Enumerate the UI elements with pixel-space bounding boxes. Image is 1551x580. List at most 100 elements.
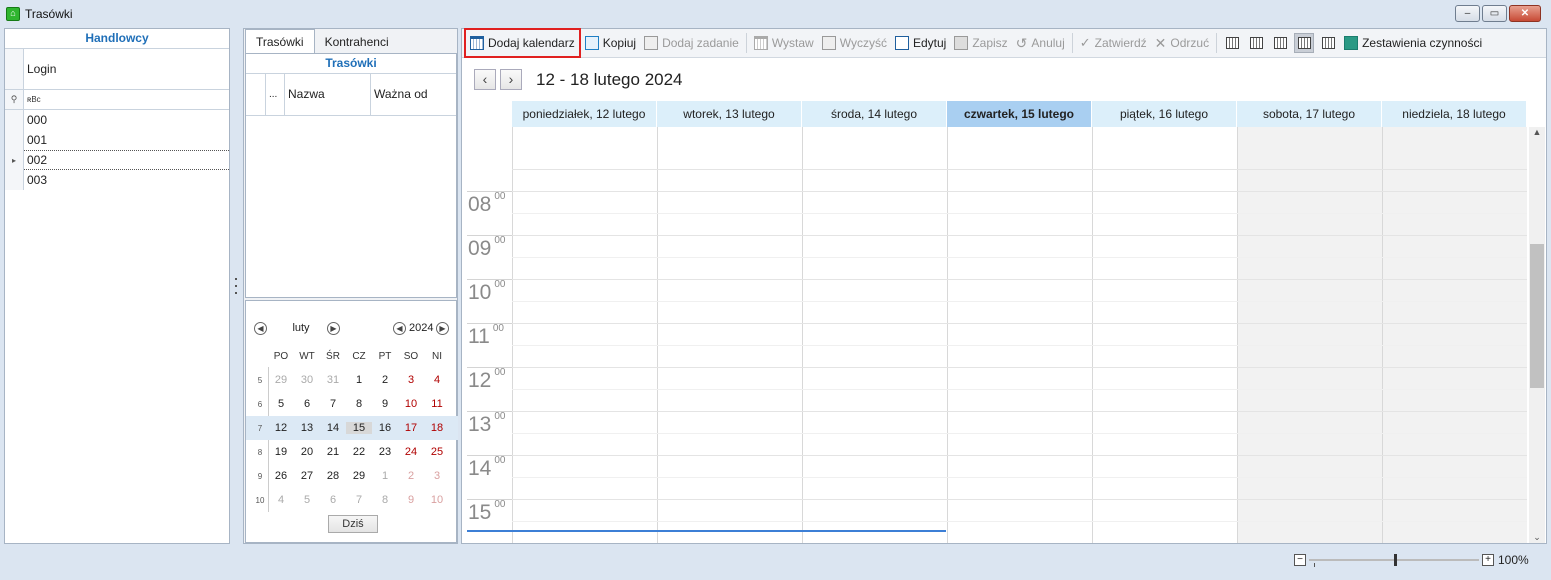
calendar-day[interactable]: 20 <box>294 446 320 458</box>
zoom-out-button[interactable]: − <box>1294 554 1306 566</box>
zoom-in-button[interactable]: + <box>1482 554 1494 566</box>
prev-week-button[interactable]: ‹ <box>474 69 496 90</box>
calendar-day[interactable]: 9 <box>398 494 424 506</box>
next-year-button[interactable]: ▶ <box>436 322 449 335</box>
column-wazna-od[interactable]: Ważna od <box>371 74 456 115</box>
calendar-day[interactable]: 13 <box>294 422 320 434</box>
add-calendar-button[interactable]: Dodaj kalendarz <box>464 28 581 58</box>
save-button[interactable]: Zapisz <box>950 31 1011 56</box>
day-header[interactable]: wtorek, 13 lutego <box>657 101 802 127</box>
day-column[interactable] <box>512 127 657 543</box>
calendar-day[interactable]: 7 <box>346 494 372 506</box>
calendar-day[interactable]: 15 <box>346 422 372 434</box>
day-column[interactable] <box>802 127 947 543</box>
calendar-day[interactable]: 1 <box>372 470 398 482</box>
calendar-day[interactable]: 2 <box>372 374 398 386</box>
calendar-day[interactable]: 23 <box>372 446 398 458</box>
zoom-slider[interactable] <box>1309 553 1479 567</box>
maximize-button[interactable]: ▭ <box>1482 5 1507 22</box>
table-row[interactable]: 001 <box>5 130 229 150</box>
view-month-button[interactable] <box>1318 33 1338 53</box>
calendar-day[interactable]: 10 <box>424 494 450 506</box>
calendar-day[interactable]: 26 <box>268 470 294 482</box>
calendar-day[interactable]: 4 <box>424 374 450 386</box>
scroll-thumb[interactable] <box>1530 244 1544 388</box>
calendar-day[interactable]: 16 <box>372 422 398 434</box>
calendar-day[interactable]: 5 <box>268 398 294 410</box>
add-task-button[interactable]: Dodaj zadanie <box>640 31 743 56</box>
vertical-scrollbar[interactable]: ▲ ⌄ <box>1529 127 1545 543</box>
view-week-button[interactable] <box>1270 33 1290 53</box>
column-menu[interactable]: ... <box>266 74 285 115</box>
day-header[interactable]: poniedziałek, 12 lutego <box>512 101 657 127</box>
week-grid[interactable]: poniedziałek, 12 lutego wtorek, 13 lutego… <box>462 101 1546 543</box>
table-row[interactable]: 003 <box>5 170 229 190</box>
approve-button[interactable]: ✓ Zatwierdź <box>1076 31 1151 56</box>
login-column-header[interactable]: Login <box>5 49 229 90</box>
calendar-day[interactable]: 3 <box>398 374 424 386</box>
zoom-slider-thumb[interactable] <box>1394 554 1397 566</box>
prev-year-button[interactable]: ◀ <box>393 322 406 335</box>
calendar-day[interactable]: 24 <box>398 446 424 458</box>
view-fullweek-button[interactable] <box>1294 33 1315 53</box>
table-row[interactable]: 000 <box>5 110 229 130</box>
calendar-day[interactable]: 25 <box>424 446 450 458</box>
calendar-day[interactable]: 9 <box>372 398 398 410</box>
calendar-day[interactable]: 29 <box>268 374 294 386</box>
edit-button[interactable]: Edytuj <box>891 31 950 56</box>
calendar-day[interactable]: 22 <box>346 446 372 458</box>
calendar-day[interactable]: 27 <box>294 470 320 482</box>
calendar-day[interactable]: 12 <box>268 422 294 434</box>
clear-button[interactable]: Wyczyść <box>818 31 891 56</box>
calendar-day[interactable]: 11 <box>424 398 450 410</box>
calendar-day[interactable]: 10 <box>398 398 424 410</box>
calendar-day[interactable]: 6 <box>320 494 346 506</box>
scroll-down-icon[interactable]: ⌄ <box>1529 532 1545 543</box>
day-column[interactable] <box>1237 127 1382 543</box>
panel-splitter[interactable] <box>234 278 237 294</box>
calendar-day[interactable]: 19 <box>268 446 294 458</box>
copy-button[interactable]: Kopiuj <box>581 31 640 56</box>
calendar-day[interactable]: 6 <box>294 398 320 410</box>
calendar-day[interactable]: 5 <box>294 494 320 506</box>
day-header[interactable]: niedziela, 18 lutego <box>1382 101 1527 127</box>
calendar-day[interactable]: 8 <box>372 494 398 506</box>
prev-month-button[interactable]: ◀ <box>254 322 267 335</box>
day-header[interactable]: środa, 14 lutego <box>802 101 947 127</box>
calendar-day[interactable]: 1 <box>346 374 372 386</box>
column-nazwa[interactable]: Nazwa <box>285 74 371 115</box>
calendar-day[interactable]: 28 <box>320 470 346 482</box>
calendar-day[interactable]: 31 <box>320 374 346 386</box>
day-column[interactable] <box>1382 127 1527 543</box>
close-button[interactable]: ✕ <box>1509 5 1541 22</box>
view-workweek-button[interactable] <box>1246 33 1266 53</box>
activity-summary-button[interactable]: Zestawienia czynności <box>1340 31 1486 56</box>
day-column[interactable] <box>1092 127 1237 543</box>
calendar-day[interactable]: 14 <box>320 422 346 434</box>
next-month-button[interactable]: ▶ <box>327 322 340 335</box>
view-day-button[interactable] <box>1222 33 1242 53</box>
day-header[interactable]: piątek, 16 lutego <box>1092 101 1237 127</box>
calendar-day[interactable]: 21 <box>320 446 346 458</box>
calendar-day[interactable]: 2 <box>398 470 424 482</box>
today-button[interactable]: Dziś <box>328 515 378 533</box>
issue-button[interactable]: Wystaw <box>750 31 818 56</box>
scroll-up-icon[interactable]: ▲ <box>1529 127 1545 137</box>
tab-kontrahenci[interactable]: Kontrahenci <box>315 31 399 53</box>
table-row-selected[interactable]: ▸ 002 <box>5 150 229 170</box>
filter-row[interactable]: ⚲ ʀBc <box>5 90 229 110</box>
cancel-button[interactable]: ↺ Anuluj <box>1012 31 1069 56</box>
calendar-day[interactable]: 17 <box>398 422 424 434</box>
reject-button[interactable]: ✕ Odrzuć <box>1151 31 1213 56</box>
tab-trasowki[interactable]: Trasówki <box>245 29 315 53</box>
minimize-button[interactable]: ‒ <box>1455 5 1480 22</box>
calendar-day[interactable]: 29 <box>346 470 372 482</box>
day-column[interactable] <box>657 127 802 543</box>
calendar-day[interactable]: 3 <box>424 470 450 482</box>
day-header[interactable]: czwartek, 15 lutego <box>947 101 1092 127</box>
calendar-day[interactable]: 18 <box>424 422 450 434</box>
day-header[interactable]: sobota, 17 lutego <box>1237 101 1382 127</box>
calendar-day[interactable]: 4 <box>268 494 294 506</box>
calendar-day[interactable]: 8 <box>346 398 372 410</box>
calendar-day[interactable]: 7 <box>320 398 346 410</box>
